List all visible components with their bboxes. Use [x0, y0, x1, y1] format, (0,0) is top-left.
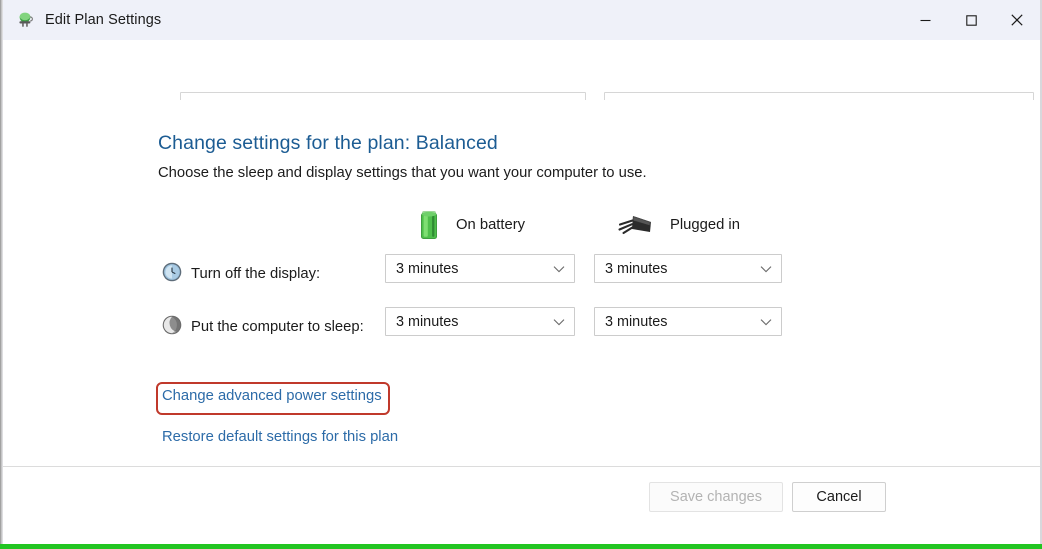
- dropdown-value: 3 minutes: [605, 313, 668, 330]
- capture-frame-bottom-edge: [0, 544, 1042, 549]
- navigation-bar: « Power Op... › Edit Plan Settings Searc…: [3, 40, 1040, 127]
- setting-row-put-computer-to-sleep: Put the computer to sleep: 3 minutes 3 m…: [3, 307, 1040, 342]
- sleep-moon-icon: [162, 315, 182, 335]
- power-plug-icon: [618, 216, 651, 235]
- column-header-on-battery: On battery: [416, 207, 525, 243]
- cancel-button[interactable]: Cancel: [792, 482, 886, 512]
- content-area: Change settings for the plan: Balanced C…: [3, 100, 1040, 466]
- dropdown-value: 3 minutes: [605, 260, 668, 277]
- column-header-plugged-in: Plugged in: [616, 207, 740, 243]
- close-icon: [1011, 14, 1023, 26]
- power-plug-icon: [19, 12, 33, 27]
- capture-frame-left-edge: [0, 0, 3, 545]
- setting-row-turn-off-display: Turn off the display: 3 minutes 3 minute…: [3, 254, 1040, 289]
- restore-default-settings-link[interactable]: Restore default settings for this plan: [162, 429, 398, 445]
- maximize-icon: [965, 14, 977, 26]
- chevron-down-icon: [760, 308, 772, 335]
- page-subtitle: Choose the sleep and display settings th…: [158, 165, 647, 181]
- control-panel-window: Edit Plan Settings Change settings for t…: [0, 0, 1042, 549]
- setting-label: Turn off the display:: [191, 266, 321, 282]
- footer-bar: Save changes Cancel: [3, 467, 1040, 545]
- chevron-down-icon: [553, 255, 565, 282]
- maximize-button[interactable]: [948, 0, 994, 40]
- battery-icon: [421, 211, 437, 239]
- column-label: On battery: [456, 217, 526, 233]
- window-title: Edit Plan Settings: [45, 12, 162, 28]
- chevron-down-icon: [553, 308, 565, 335]
- column-label: Plugged in: [670, 217, 740, 233]
- title-bar: Edit Plan Settings: [3, 0, 1040, 40]
- sleep-plugged-in-dropdown[interactable]: 3 minutes: [594, 307, 782, 336]
- window-controls: [902, 0, 1040, 40]
- minimize-icon: [920, 19, 930, 21]
- dropdown-value: 3 minutes: [396, 313, 459, 330]
- sleep-on-battery-dropdown[interactable]: 3 minutes: [385, 307, 575, 336]
- dropdown-value: 3 minutes: [396, 260, 459, 277]
- minimize-button[interactable]: [902, 0, 948, 40]
- display-plugged-in-dropdown[interactable]: 3 minutes: [594, 254, 782, 283]
- page-title: Change settings for the plan: Balanced: [158, 132, 498, 154]
- close-button[interactable]: [994, 0, 1040, 40]
- display-on-battery-dropdown[interactable]: 3 minutes: [385, 254, 575, 283]
- save-changes-button[interactable]: Save changes: [649, 482, 783, 512]
- display-clock-icon: [162, 262, 182, 282]
- change-advanced-power-settings-link[interactable]: Change advanced power settings: [162, 388, 382, 404]
- chevron-down-icon: [760, 255, 772, 282]
- setting-label: Put the computer to sleep:: [191, 319, 364, 335]
